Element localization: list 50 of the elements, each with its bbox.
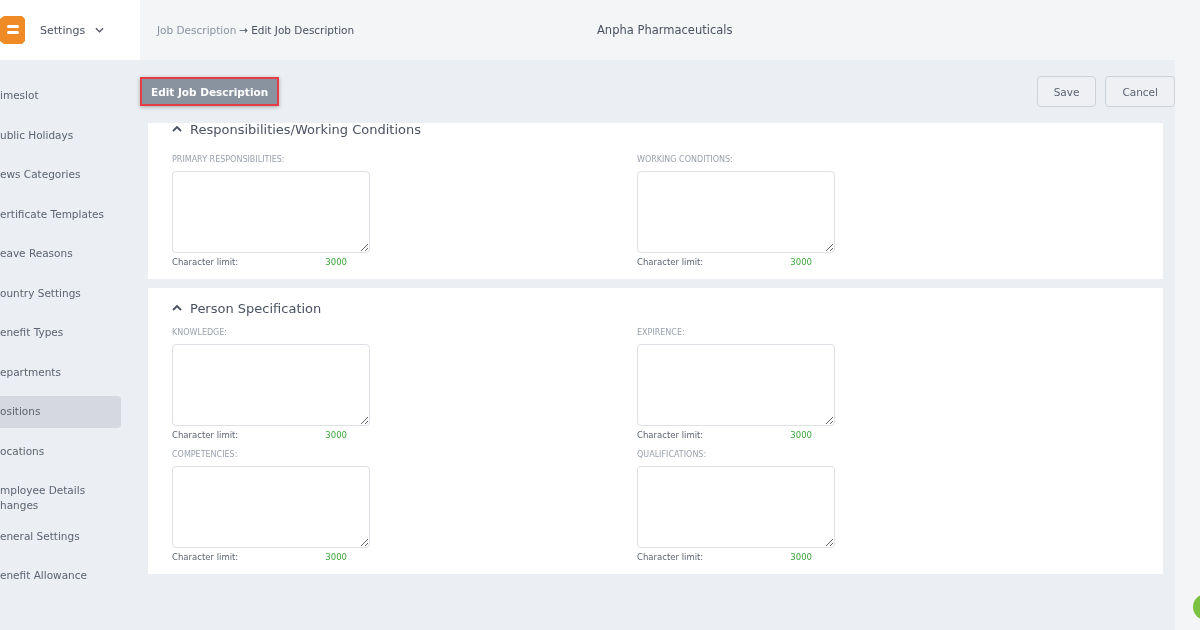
text-area[interactable]: [637, 171, 835, 253]
character-limit-label: Character limit:: [637, 257, 704, 267]
sidebar-item[interactable]: mployee Details hanges: [0, 475, 121, 513]
settings-menu[interactable]: Settings: [40, 23, 105, 37]
character-limit-value: 3000: [325, 257, 347, 267]
sidebar-item[interactable]: ublic Holidays: [0, 119, 121, 152]
text-area[interactable]: [637, 344, 835, 426]
character-limit-label: Character limit:: [172, 552, 239, 562]
chevron-up-icon[interactable]: [172, 126, 182, 132]
section-title: Person Specification: [190, 300, 322, 316]
breadcrumb-link[interactable]: Job Description: [157, 24, 237, 36]
edit-job-description-button[interactable]: Edit Job Description: [140, 77, 280, 106]
character-limit-value: 3000: [790, 257, 812, 267]
sidebar-item[interactable]: ositions: [0, 396, 121, 428]
character-limit-value: 3000: [325, 552, 347, 562]
text-area[interactable]: [172, 344, 370, 426]
text-area[interactable]: [637, 466, 835, 548]
character-limit-label: Character limit:: [637, 430, 704, 440]
sidebar-item[interactable]: ews Categories: [0, 159, 121, 191]
sidebar-item[interactable]: eneral Settings: [0, 520, 121, 553]
text-area[interactable]: [172, 171, 370, 253]
chevron-up-icon[interactable]: [172, 305, 182, 311]
sidebar-item[interactable]: epartments: [0, 356, 121, 389]
sidebar-item[interactable]: enefit Types: [0, 317, 121, 349]
character-limit-label: Character limit:: [172, 430, 239, 440]
breadcrumb-arrow: →: [239, 24, 249, 36]
sidebar-item[interactable]: enefit Allowance: [0, 560, 121, 592]
character-limit-label: Character limit:: [637, 552, 704, 562]
field-label: QUALIFICATIONS:: [637, 450, 708, 459]
sidebar-item[interactable]: imeslot: [0, 80, 121, 112]
sidebar-item[interactable]: ountry Settings: [0, 277, 121, 310]
chevron-down-icon: [95, 27, 105, 33]
action-button[interactable]: Cancel: [1105, 76, 1175, 107]
section-title: Responsibilities/Working Conditions: [190, 121, 421, 137]
character-limit-value: 3000: [325, 430, 347, 440]
sidebar-item[interactable]: eave Reasons: [0, 238, 121, 270]
text-area[interactable]: [172, 466, 370, 548]
field-label: EXPIRENCE:: [637, 328, 686, 337]
field-label: PRIMARY RESPONSIBILITIES:: [172, 155, 286, 164]
field-label: KNOWLEDGE:: [172, 328, 229, 337]
character-limit-value: 3000: [790, 552, 812, 562]
sidebar-item[interactable]: ertificate Templates: [0, 198, 121, 231]
character-limit-label: Character limit:: [172, 257, 239, 267]
character-limit-value: 3000: [790, 430, 812, 440]
sidebar-item[interactable]: ocations: [0, 435, 121, 468]
breadcrumb-current: Edit Job Description: [251, 24, 355, 36]
action-button[interactable]: Save: [1036, 76, 1097, 107]
field-label: COMPETENCIES:: [172, 450, 239, 459]
field-label: WORKING CONDITIONS:: [637, 155, 734, 164]
company-name: Anpha Pharmaceuticals: [597, 23, 733, 37]
